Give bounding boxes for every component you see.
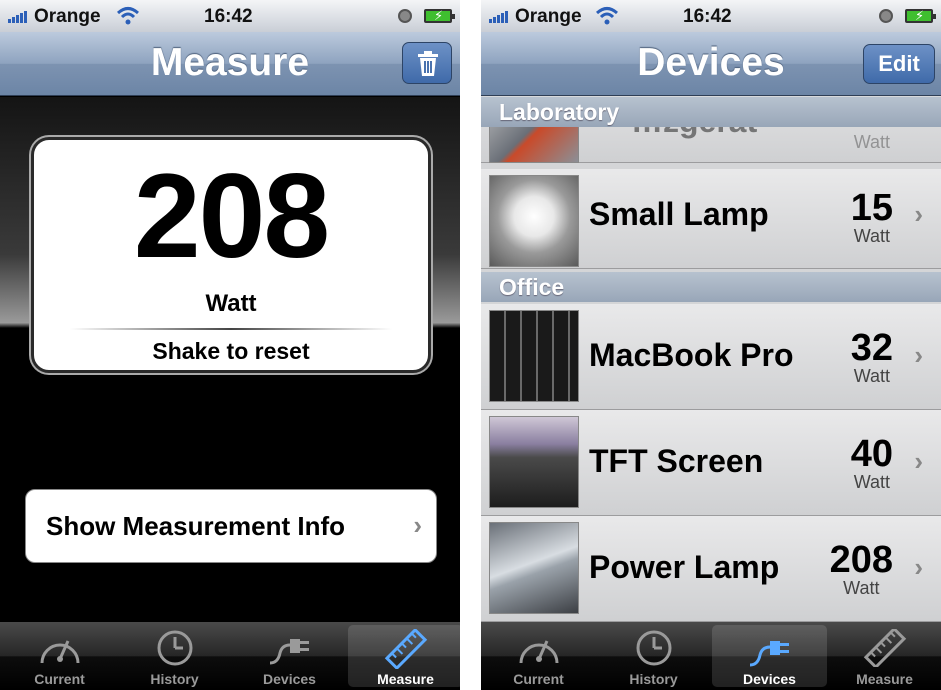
tab-history[interactable]: History <box>117 622 232 690</box>
edit-button[interactable]: Edit <box>863 44 935 84</box>
status-bar: Orange 16:42 ⚡ <box>0 0 460 32</box>
plug-icon <box>749 641 789 667</box>
list-item[interactable]: TFT Screen 40 Watt › <box>481 410 941 516</box>
reading-unit: Watt <box>205 290 257 317</box>
ruler-icon <box>384 629 428 669</box>
tab-current[interactable]: Current <box>2 622 117 690</box>
battery-icon: ⚡ <box>424 8 455 23</box>
carrier-name: Orange <box>515 6 582 27</box>
tab-measure[interactable]: Measure <box>348 625 460 687</box>
clock-icon <box>157 630 193 666</box>
signal-icon <box>8 11 30 23</box>
clock-icon <box>636 630 672 666</box>
chevron-right-icon: › <box>914 199 923 229</box>
device-power: 40 Watt <box>850 433 893 492</box>
device-name: Power Lamp <box>589 549 780 585</box>
measure-screen: Orange 16:42 ⚡ Measure 208 Watt Shake to… <box>0 0 460 690</box>
tab-bar: Current History Devices Measure <box>481 622 941 690</box>
device-photo <box>489 522 579 614</box>
carrier-name: Orange <box>34 6 101 27</box>
nav-bar: Devices Edit <box>481 32 941 96</box>
wifi-icon <box>116 7 140 25</box>
section-header-laboratory: Laboratory <box>481 97 941 127</box>
tab-devices[interactable]: Devices <box>712 625 827 687</box>
trash-icon <box>418 51 438 76</box>
clock: 16:42 <box>683 6 732 27</box>
ruler-icon <box>863 629 907 667</box>
tab-measure[interactable]: Measure <box>827 622 941 690</box>
device-name: MacBook Pro <box>589 337 794 373</box>
reading-card: 208 Watt Shake to reset <box>31 137 431 373</box>
page-title: Measure <box>150 41 310 84</box>
status-bar: Orange 16:42 ⚡ <box>481 0 941 32</box>
chevron-right-icon: › <box>914 340 923 370</box>
tab-history[interactable]: History <box>596 622 711 690</box>
device-photo <box>489 416 579 508</box>
tab-current[interactable]: Current <box>481 622 596 690</box>
tab-bar: Current History Devices Measure <box>0 622 460 690</box>
signal-icon <box>489 11 511 23</box>
chevron-right-icon: › <box>413 510 422 540</box>
info-button-label: Show Measurement Info <box>46 511 346 541</box>
device-power: 15 Watt <box>850 187 893 246</box>
clock: 16:42 <box>204 6 253 27</box>
nav-bar: Measure <box>0 32 460 96</box>
tab-devices[interactable]: Devices <box>232 622 347 690</box>
device-name: Small Lamp <box>589 196 769 232</box>
section-header-office: Office <box>481 272 941 302</box>
gauge-icon <box>519 640 559 664</box>
show-measurement-info-button[interactable]: Show Measurement Info › <box>25 489 437 563</box>
reset-hint: Shake to reset <box>152 338 310 364</box>
device-power: 208 Watt <box>829 539 893 598</box>
orientation-lock-icon <box>398 9 412 23</box>
trash-button[interactable] <box>402 42 452 84</box>
list-item[interactable]: Small Lamp 15 Watt › <box>481 169 941 269</box>
list-item[interactable]: MacBook Pro 32 Watt › <box>481 304 941 410</box>
chevron-right-icon: › <box>914 552 923 582</box>
power-reading: 208 <box>133 149 330 283</box>
list-item[interactable]: Power Lamp 208 Watt › <box>481 516 941 622</box>
devices-list[interactable]: …zgerät 14Watt › Laboratory Small Lamp 1… <box>481 97 941 622</box>
wifi-icon <box>595 7 619 25</box>
chevron-right-icon: › <box>914 446 923 476</box>
device-photo <box>489 310 579 402</box>
battery-icon: ⚡ <box>905 8 936 23</box>
divider <box>70 328 392 330</box>
device-power: 32 Watt <box>850 327 893 386</box>
plug-icon <box>269 639 309 665</box>
device-photo <box>489 175 579 267</box>
gauge-icon <box>40 640 80 664</box>
devices-screen: Orange 16:42 ⚡ Devices Edit …zgerät 14Wa… <box>481 0 941 690</box>
device-name: TFT Screen <box>589 443 764 479</box>
orientation-lock-icon <box>879 9 893 23</box>
